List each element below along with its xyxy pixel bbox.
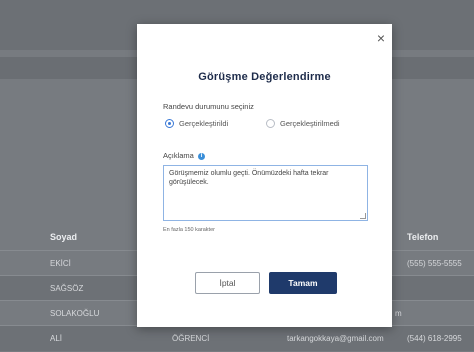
- table-row: ALİ ÖĞRENCİ tarkangokkaya@gmail.com (544…: [0, 325, 474, 351]
- cell-email: tarkangokkaya@gmail.com: [287, 334, 384, 343]
- description-label-row: Açıklama i: [163, 151, 205, 160]
- info-icon[interactable]: i: [197, 152, 205, 160]
- close-icon[interactable]: ×: [374, 31, 388, 45]
- evaluation-dialog: × Görüşme Değerlendirme Randevu durumunu…: [137, 24, 392, 327]
- char-limit-hint: En fazla 150 karakter: [163, 227, 215, 233]
- dialog-title: Görüşme Değerlendirme: [198, 71, 331, 83]
- radio-unchecked-icon[interactable]: [266, 119, 275, 128]
- radio-option-gerceklestirildi[interactable]: Gerçekleştirildi: [165, 119, 228, 128]
- cell-extra: m: [395, 309, 402, 318]
- resize-handle-icon[interactable]: [360, 213, 366, 219]
- radio-checked-icon[interactable]: [165, 119, 174, 128]
- description-text: Görüşmemiz olumlu geçti. Önümüzdeki haft…: [169, 170, 329, 186]
- description-label: Açıklama: [163, 151, 194, 160]
- cell-telefon: (544) 618-2995: [407, 334, 462, 343]
- radio-label: Gerçekleştirilmedi: [280, 119, 340, 128]
- status-prompt: Randevu durumunu seçiniz: [163, 102, 254, 111]
- cell-role: ÖĞRENCİ: [172, 334, 210, 343]
- column-header-telefon: Telefon: [407, 232, 439, 242]
- ok-button[interactable]: Tamam: [269, 272, 337, 294]
- column-header-soyad: Soyad: [50, 232, 78, 242]
- radio-label: Gerçekleştirildi: [179, 119, 229, 128]
- cell-soyad: ALİ: [50, 334, 63, 343]
- description-textarea[interactable]: Görüşmemiz olumlu geçti. Önümüzdeki haft…: [163, 165, 368, 221]
- cancel-button[interactable]: İptal: [195, 272, 260, 294]
- cell-soyad: SOLAKOĞLU: [50, 309, 100, 318]
- radio-option-gerceklestirilmedi[interactable]: Gerçekleştirilmedi: [266, 119, 340, 128]
- cell-soyad: SAĞSÖZ: [50, 284, 84, 293]
- cell-soyad: EKİCİ: [50, 259, 71, 268]
- cell-telefon: (555) 555-5555: [407, 259, 462, 268]
